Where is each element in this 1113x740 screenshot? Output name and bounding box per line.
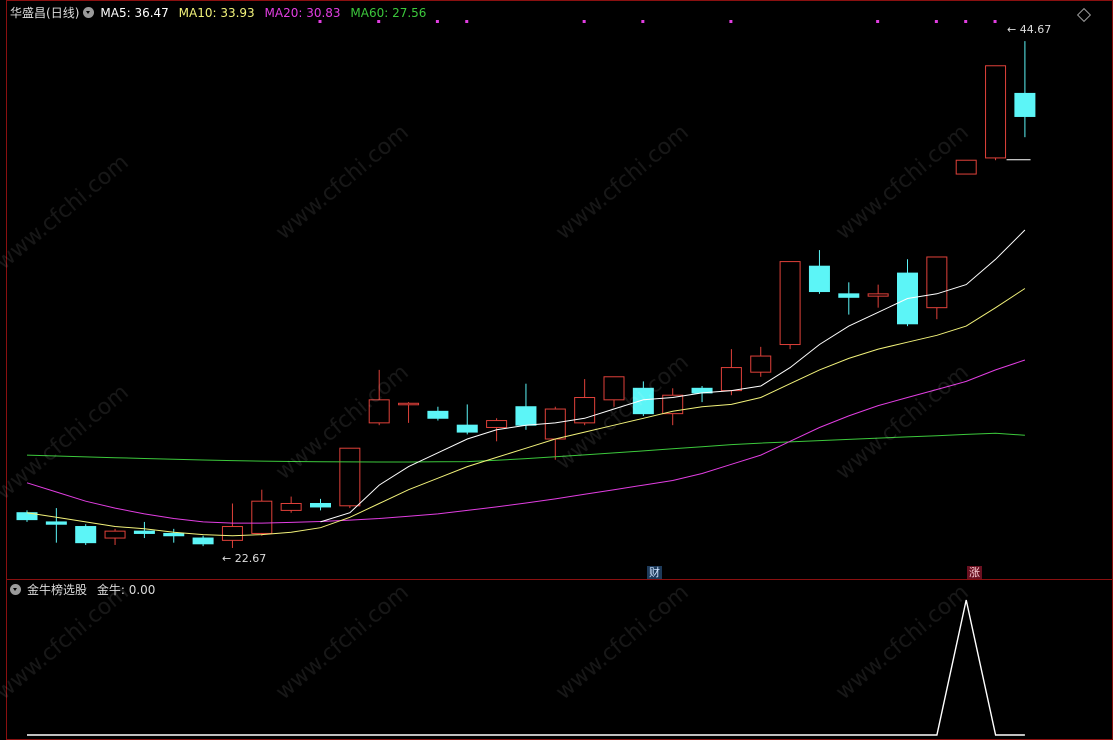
ma60-legend: MA60: 27.56 xyxy=(350,6,427,20)
ma10-legend: MA10: 33.93 xyxy=(178,6,255,20)
main-chart-header: 华盛昌(日线) MA5: 36.47 MA10: 33.93 MA20: 30.8… xyxy=(10,4,432,22)
finance-badge[interactable]: 财 xyxy=(647,566,662,579)
dropdown-icon[interactable] xyxy=(10,584,21,595)
low-price-label: ← 22.67 xyxy=(222,552,267,565)
indicator-name: 金牛榜选股 xyxy=(27,583,88,597)
period-label: (日线) xyxy=(46,6,80,20)
high-price-label: ← 44.67 xyxy=(1007,23,1052,36)
limit-up-badge[interactable]: 涨 xyxy=(967,566,982,579)
jinniu-signal-line xyxy=(27,599,1025,736)
indicator-header: 金牛榜选股 金牛: 0.00 xyxy=(10,581,161,599)
dropdown-icon[interactable] xyxy=(83,7,95,18)
low-price-value: 22.67 xyxy=(234,552,267,565)
stock-name: 华盛昌 xyxy=(10,6,47,20)
indicator-value: 金牛: 0.00 xyxy=(96,583,156,597)
indicator-chart[interactable] xyxy=(0,0,1113,740)
high-price-value: 44.67 xyxy=(1019,23,1052,36)
ma20-legend: MA20: 30.83 xyxy=(264,6,341,20)
ma5-legend: MA5: 36.47 xyxy=(100,6,169,20)
